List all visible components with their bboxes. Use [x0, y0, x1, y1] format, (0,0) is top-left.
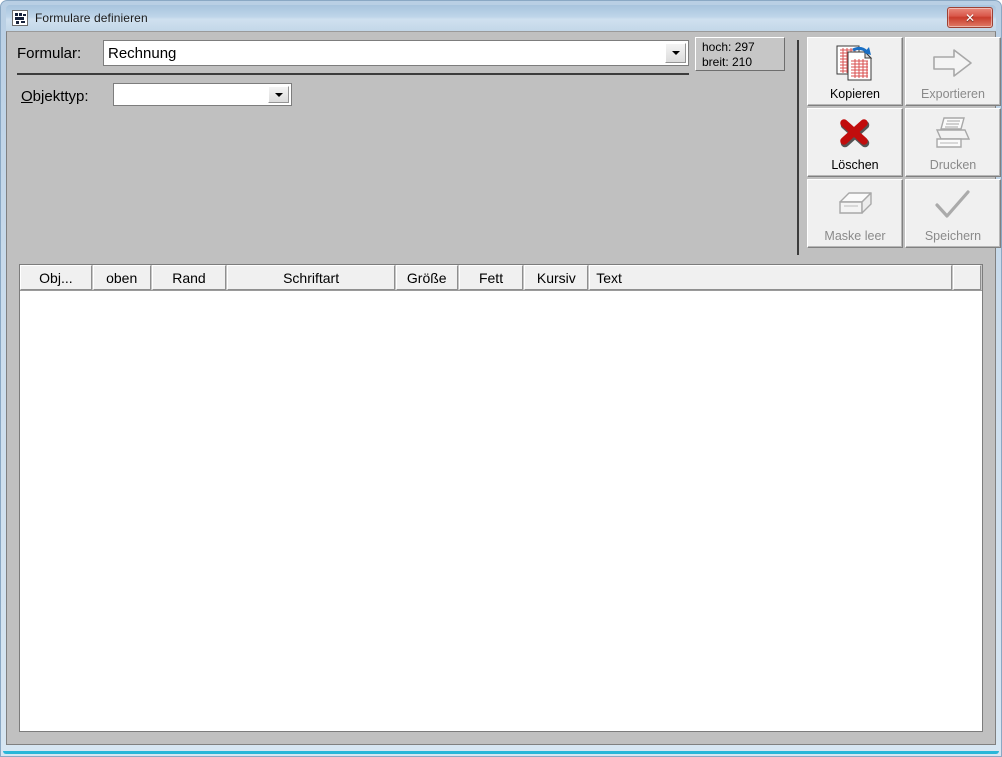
loeschen-button[interactable]: Löschen: [807, 108, 903, 177]
export-icon: [906, 38, 1000, 87]
save-icon: [906, 180, 1000, 229]
chevron-down-icon: [274, 92, 283, 97]
chevron-down-icon: [671, 51, 680, 55]
formular-input[interactable]: Rechnung: [104, 41, 665, 65]
loeschen-label: Löschen: [831, 158, 879, 172]
table-column-header[interactable]: Obj...: [20, 265, 92, 290]
objects-table: Obj... oben Rand Schriftart Größe Fett Kursiv T…: [19, 264, 983, 732]
objekttyp-combobox[interactable]: [113, 83, 292, 106]
app-icon: [12, 10, 28, 26]
formular-combobox[interactable]: Rechnung: [103, 40, 689, 66]
formular-dropdown-button[interactable]: [665, 43, 686, 63]
window-frame-accent: [3, 751, 999, 754]
objekttyp-accelerator: O: [21, 88, 33, 105]
kopieren-button[interactable]: Kopieren: [807, 37, 903, 106]
section-divider: [17, 73, 689, 75]
objekttyp-label: Objekttyp:: [21, 88, 89, 105]
close-button[interactable]: ✕: [947, 7, 993, 28]
page-width-value: breit: 210: [702, 55, 753, 69]
client-area: Formular: Rechnung Objekttyp: hoch: 297 …: [6, 31, 1001, 745]
window-title: Formulare definieren: [35, 11, 148, 25]
table-column-header[interactable]: Kursiv: [524, 265, 589, 290]
table-column-header[interactable]: Größe: [395, 265, 458, 290]
drucken-button[interactable]: Drucken: [905, 108, 1001, 177]
table-column-header[interactable]: Rand: [151, 265, 227, 290]
speichern-button[interactable]: Speichern: [905, 179, 1001, 248]
page-size-info: hoch: 297 breit: 210: [695, 37, 785, 71]
table-column-header[interactable]: Text: [589, 265, 953, 290]
print-icon: [906, 109, 1000, 158]
copy-icon: [808, 38, 902, 87]
table-column-header[interactable]: [953, 265, 982, 290]
speichern-label: Speichern: [924, 229, 982, 243]
kopieren-label: Kopieren: [829, 87, 881, 101]
objekttyp-dropdown-button[interactable]: [268, 86, 289, 103]
page-height-value: hoch: 297: [702, 40, 755, 54]
maske-leer-button[interactable]: Maske leer: [807, 179, 903, 248]
toolbar-divider: [797, 40, 799, 255]
clear-icon: [808, 180, 902, 229]
table-column-header[interactable]: Fett: [458, 265, 524, 290]
formular-label: Formular:: [17, 45, 82, 62]
form-panel: Formular: Rechnung Objekttyp: hoch: 297 …: [7, 32, 1001, 258]
delete-icon: [808, 109, 902, 158]
drucken-label: Drucken: [929, 158, 977, 172]
table-column-header[interactable]: Schriftart: [227, 265, 395, 290]
table-column-header[interactable]: oben: [92, 265, 151, 290]
title-bar: Formulare definieren ✕: [6, 5, 996, 31]
table-body[interactable]: [20, 291, 982, 731]
objekttyp-input[interactable]: [114, 84, 268, 105]
table-header-row: Obj... oben Rand Schriftart Größe Fett Kursiv T…: [20, 265, 982, 291]
maske-leer-label: Maske leer: [824, 229, 886, 243]
application-window: Formulare definieren ✕ Formular: Rechnun…: [0, 0, 1002, 757]
action-button-panel: Kopieren Exportieren Löschen Drucken Mas…: [807, 37, 1001, 248]
exportieren-button[interactable]: Exportieren: [905, 37, 1001, 106]
objekttyp-label-text: bjekttyp:: [32, 88, 89, 105]
exportieren-label: Exportieren: [921, 87, 985, 101]
